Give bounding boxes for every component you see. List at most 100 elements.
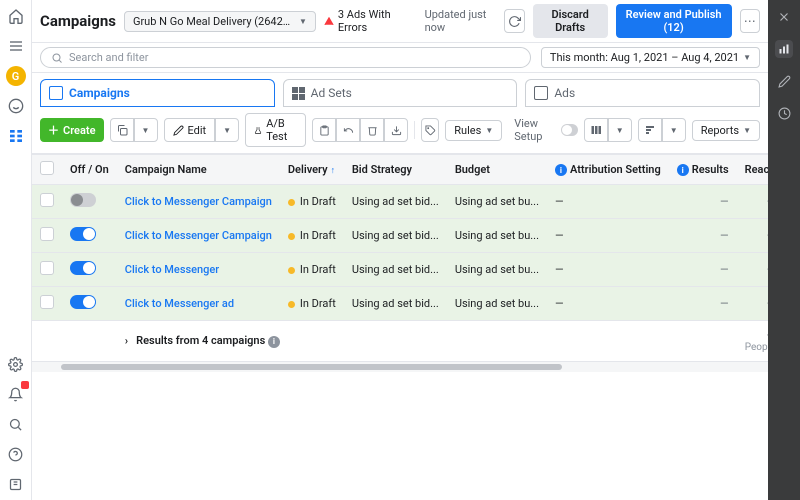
plus-icon: ＋ [48,122,59,138]
export-button[interactable] [384,118,408,142]
right-rail [768,0,800,500]
summary-reach: —People [737,321,768,362]
date-range-selector[interactable]: This month: Aug 1, 2021 – Aug 4, 2021 ▼ [541,47,760,68]
grid-icon[interactable] [6,126,26,146]
campaign-name-link[interactable]: Click to Messenger Campaign [125,195,272,208]
status-dot-icon [288,199,295,206]
bid-cell: Using ad set bid... [344,219,447,253]
help-icon[interactable] [6,444,26,464]
ads-icon [534,86,548,100]
delivery-cell: In Draft [280,287,344,321]
ab-test-button[interactable]: A/B Test [245,113,306,147]
budget-cell: Using ad set bu... [447,185,547,219]
smiley-icon[interactable] [6,96,26,116]
col-delivery[interactable]: Delivery↑ [280,155,344,185]
settings-icon[interactable] [6,354,26,374]
col-attribution[interactable]: iAttribution Setting [547,155,669,185]
copy-button[interactable] [312,118,336,142]
status-dot-icon [288,267,295,274]
campaign-name-link[interactable]: Click to Messenger ad [125,297,234,310]
info-icon: i [268,336,280,348]
campaign-name-link[interactable]: Click to Messenger Campaign [125,229,272,242]
close-icon[interactable] [775,8,793,26]
col-budget[interactable]: Budget [447,155,547,185]
row-toggle[interactable] [70,227,96,241]
edit-panel-icon[interactable] [775,72,793,90]
notifications-icon[interactable] [6,384,26,404]
view-setup-label: View Setup [514,117,555,143]
edit-button[interactable]: Edit [164,118,216,142]
table-row[interactable]: Click to MessengerIn DraftUsing ad set b… [32,253,768,287]
col-off-on[interactable]: Off / On [62,155,117,185]
delivery-cell: In Draft [280,185,344,219]
charts-panel-icon[interactable] [775,40,793,58]
row-toggle[interactable] [70,295,96,309]
view-setup-toggle[interactable] [561,124,577,136]
search-filter-input[interactable]: Search and filter [40,47,531,68]
separator [414,121,415,139]
col-reach[interactable]: Reach [737,155,768,185]
row-checkbox[interactable] [40,227,54,241]
row-checkbox[interactable] [40,295,54,309]
adsets-icon [292,87,305,100]
table-row[interactable]: Click to Messenger CampaignIn DraftUsing… [32,185,768,219]
review-publish-button[interactable]: Review and Publish (12) [616,4,732,38]
sort-up-icon: ↑ [331,166,336,176]
undo-button[interactable] [336,118,360,142]
updated-label: Updated just now [425,8,497,34]
table-row[interactable]: Click to Messenger Campaign In DraftUsing… [32,219,768,253]
tab-ads[interactable]: Ads [525,79,760,107]
col-campaign-name[interactable]: Campaign Name [117,155,280,185]
report-bug-icon[interactable] [6,474,26,494]
tab-campaigns[interactable]: Campaigns [40,79,275,107]
duplicate-button[interactable] [110,118,134,142]
row-toggle[interactable] [70,261,96,275]
rules-button[interactable]: Rules▼ [445,120,502,141]
menu-icon[interactable] [6,36,26,56]
main-panel: Campaigns Grub N Go Meal Delivery (26420… [32,0,768,500]
create-button[interactable]: ＋Create [40,118,104,142]
select-all-checkbox[interactable] [40,161,54,175]
delivery-cell: In Draft [280,219,344,253]
columns-chevron[interactable]: ▼ [608,118,632,142]
info-icon: i [677,164,689,176]
table-row[interactable]: Click to Messenger adIn DraftUsing ad se… [32,287,768,321]
account-avatar[interactable]: G [6,66,26,86]
duplicate-chevron[interactable]: ▼ [134,118,158,142]
row-checkbox[interactable] [40,193,54,207]
pencil-icon [173,125,184,136]
bid-cell: Using ad set bid... [344,185,447,219]
account-selector[interactable]: Grub N Go Meal Delivery (2642015086... ▼ [124,11,316,32]
breakdown-button[interactable] [638,118,662,142]
edit-chevron[interactable]: ▼ [215,118,239,142]
discard-drafts-button[interactable]: Discard Drafts [533,4,608,38]
status-dot-icon [288,233,295,240]
chevron-right-icon[interactable]: › [125,334,128,347]
reach-cell: — [737,287,768,321]
more-menu-button[interactable]: ⋯ [740,9,760,33]
search-rail-icon[interactable] [6,414,26,434]
col-results[interactable]: iResults [669,155,737,185]
delete-button[interactable] [360,118,384,142]
page-title: Campaigns [40,12,116,30]
reports-button[interactable]: Reports▼ [692,120,760,141]
ads-errors-link[interactable]: 3 Ads With Errors [324,8,409,34]
status-dot-icon [288,301,295,308]
history-panel-icon[interactable] [775,104,793,122]
tab-adsets[interactable]: Ad Sets [283,79,518,107]
row-toggle[interactable] [70,193,96,207]
breakdown-chevron[interactable]: ▼ [662,118,686,142]
home-icon[interactable] [6,6,26,26]
search-icon [51,52,63,64]
row-checkbox[interactable] [40,261,54,275]
col-bid-strategy[interactable]: Bid Strategy [344,155,447,185]
results-cell: — [669,185,737,219]
reach-cell: — [737,185,768,219]
horizontal-scrollbar[interactable] [32,362,768,372]
tag-button[interactable] [421,118,439,142]
campaign-name-link[interactable]: Click to Messenger [125,263,219,276]
columns-button[interactable] [584,118,608,142]
refresh-button[interactable] [504,9,524,33]
left-rail: G [0,0,32,500]
results-cell: — [669,287,737,321]
